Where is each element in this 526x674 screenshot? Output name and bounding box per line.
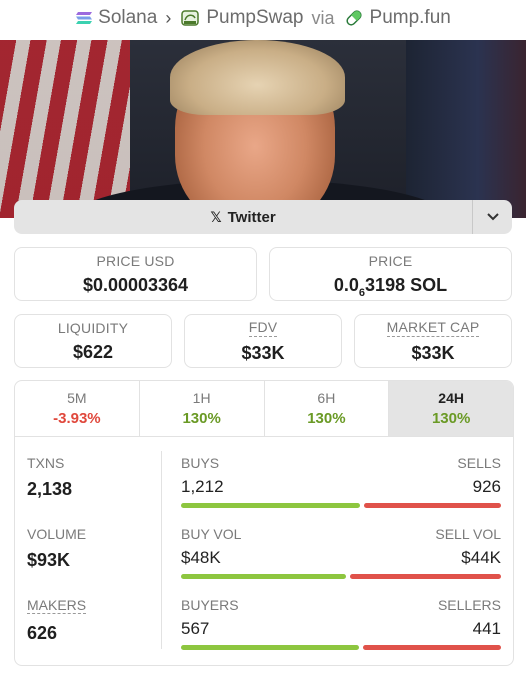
- tab-change: -3.93%: [53, 410, 101, 427]
- price-native-suffix: 3198 SOL: [365, 274, 448, 295]
- tab-label: 24H: [438, 390, 464, 406]
- price-usd-card: PRICE USD $0.00003364: [14, 247, 257, 301]
- volume-label: VOLUME: [27, 526, 87, 542]
- buyers-sellers-row: BUYERS SELLERS 567 441: [181, 597, 501, 650]
- buy-bar-fill: [181, 503, 361, 508]
- token-header-image: [0, 40, 526, 218]
- price-usd-value: $0.00003364: [82, 274, 189, 295]
- timeframe-tabs: 5M -3.93% 1H 130% 6H 130% 24H 130%: [15, 381, 513, 437]
- sell-bar-fill: [364, 503, 501, 508]
- liquidity-value: $622: [72, 341, 114, 362]
- liquidity-label: LIQUIDITY: [57, 319, 129, 336]
- tab-1h[interactable]: 1H 130%: [140, 381, 265, 436]
- sell-bar-fill: [363, 645, 501, 650]
- breadcrumb-chain[interactable]: Solana: [75, 7, 157, 29]
- buy-vol-value: $48K: [181, 548, 221, 567]
- buyers-value: 567: [181, 619, 210, 638]
- makers-stat: MAKERS 626: [27, 597, 87, 644]
- sellers-label: SELLERS: [437, 597, 501, 613]
- makers-label[interactable]: MAKERS: [27, 597, 87, 614]
- fdv-card: FDV $33K: [184, 314, 342, 368]
- solana-icon: [76, 12, 93, 24]
- breadcrumb: Solana › PumpSwap via Pump.fun: [0, 0, 526, 36]
- sellers-value: 441: [472, 619, 501, 638]
- trading-stats-panel: 5M -3.93% 1H 130% 6H 130% 24H 130% TXNS …: [14, 380, 514, 666]
- price-native-prefix: 0.0: [333, 274, 359, 295]
- makers-value: 626: [27, 623, 58, 643]
- chain-label: Solana: [98, 7, 158, 28]
- txns-value: 2,138: [27, 479, 73, 499]
- buy-bar-fill: [181, 645, 360, 650]
- chevron-right-icon: ›: [165, 7, 172, 28]
- price-native-card: PRICE 0.063198 SOL: [269, 247, 512, 301]
- volume-value: $93K: [27, 550, 71, 570]
- buys-sells-bar: [181, 503, 501, 508]
- market-cap-card: MARKET CAP $33K: [354, 314, 512, 368]
- market-cap-value: $33K: [411, 342, 455, 363]
- sells-label: SELLS: [457, 455, 501, 471]
- x-logo-icon: 𝕏: [210, 208, 222, 225]
- pumpswap-icon: [181, 10, 200, 26]
- buys-value: 1,212: [181, 477, 224, 496]
- price-native-zero-count: 6: [358, 286, 366, 299]
- txns-stat: TXNS 2,138: [27, 455, 72, 500]
- tab-label: 1H: [192, 390, 211, 406]
- social-links-bar: 𝕏 Twitter: [14, 200, 512, 234]
- via-label: via: [311, 7, 335, 28]
- price-native-label: PRICE: [368, 252, 413, 269]
- fdv-value: $33K: [241, 342, 285, 363]
- tab-5m[interactable]: 5M -3.93%: [15, 381, 140, 436]
- breadcrumb-launchpad[interactable]: Pump.fun: [343, 7, 451, 29]
- tab-change: 130%: [182, 410, 221, 427]
- launchpad-label: Pump.fun: [369, 7, 451, 28]
- volume-split-bar: [181, 574, 501, 579]
- chevron-down-icon: [486, 213, 499, 221]
- fdv-label[interactable]: FDV: [248, 319, 278, 337]
- price-native-value: 0.063198 SOL: [333, 274, 448, 299]
- buyers-sellers-bar: [181, 645, 501, 650]
- twitter-label: Twitter: [227, 208, 276, 226]
- price-usd-label: PRICE USD: [96, 252, 175, 269]
- social-expand-button[interactable]: [472, 200, 512, 234]
- tab-change: 130%: [431, 410, 471, 427]
- dex-label: PumpSwap: [206, 7, 304, 28]
- sell-bar-fill: [350, 574, 501, 579]
- sells-value: 926: [472, 477, 501, 496]
- twitter-button[interactable]: 𝕏 Twitter: [14, 200, 472, 234]
- tab-change: 130%: [307, 410, 346, 427]
- buyers-label: BUYERS: [181, 597, 239, 613]
- volume-stat: VOLUME $93K: [27, 526, 86, 571]
- sell-vol-value: $44K: [461, 548, 501, 567]
- txns-label: TXNS: [27, 455, 65, 471]
- sell-vol-label: SELL VOL: [435, 526, 501, 542]
- buy-vol-label: BUY VOL: [181, 526, 242, 542]
- tab-6h[interactable]: 6H 130%: [265, 381, 390, 436]
- breadcrumb-dex[interactable]: PumpSwap: [179, 7, 304, 29]
- buy-bar-fill: [181, 574, 347, 579]
- volume-split-row: BUY VOL SELL VOL $48K $44K: [181, 526, 501, 579]
- tab-label: 6H: [317, 390, 336, 406]
- tab-24h[interactable]: 24H 130%: [389, 381, 513, 436]
- buys-label: BUYS: [181, 455, 220, 471]
- stats-divider: [161, 451, 162, 649]
- stats-grid: TXNS 2,138 VOLUME $93K MAKERS 626 BUYS S…: [15, 437, 513, 665]
- buys-sells-row: BUYS SELLS 1,212 926: [181, 455, 501, 508]
- liquidity-card: LIQUIDITY $622: [14, 314, 172, 368]
- tab-label: 5M: [67, 390, 87, 406]
- pill-icon: [345, 10, 362, 26]
- market-cap-label[interactable]: MARKET CAP: [386, 319, 480, 337]
